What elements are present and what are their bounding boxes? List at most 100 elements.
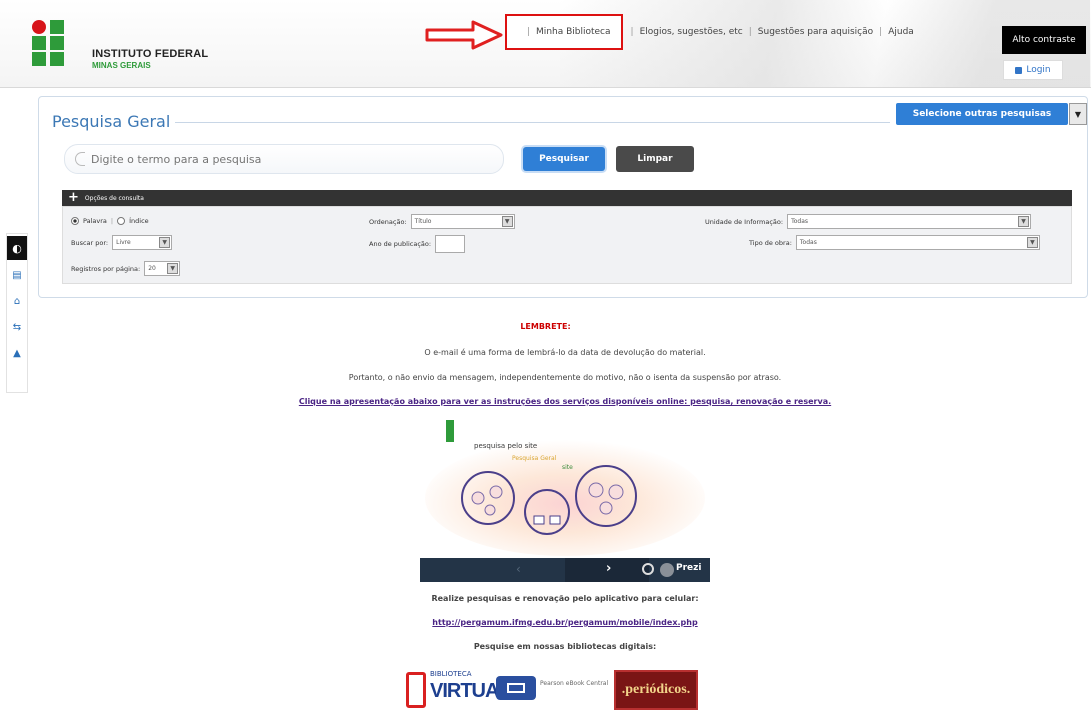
- nav-separator: |: [748, 27, 752, 37]
- lock-icon: [1015, 66, 1023, 74]
- clear-button[interactable]: Limpar: [616, 146, 694, 172]
- ebook-central-logo[interactable]: [496, 676, 536, 700]
- query-options-label: Opções de consulta: [84, 194, 144, 202]
- unidade-label: Unidade de Informação:: [705, 217, 784, 226]
- biblioteca-virtual-top: BIBLIOTECA: [430, 670, 472, 678]
- nav-separator: |: [879, 27, 883, 37]
- search-icon: [75, 152, 85, 166]
- panel-title-rule: [175, 122, 890, 123]
- radio-palavra[interactable]: [71, 217, 79, 225]
- buscar-por-group: Buscar por: Livre ▼: [71, 235, 173, 250]
- contrast-icon[interactable]: ◐: [7, 236, 27, 260]
- prezi-diagram-sub: Pesquisa Geral: [512, 455, 557, 462]
- query-options-bar[interactable]: + Opções de consulta: [62, 190, 1072, 206]
- logo-square: [32, 36, 46, 50]
- plus-icon[interactable]: +: [68, 191, 79, 204]
- tipo-select[interactable]: Todas ▼: [795, 235, 1040, 250]
- ifmg-logo[interactable]: [30, 10, 80, 68]
- notice-title: LEMBRETE:: [520, 322, 571, 331]
- nav-elogios[interactable]: Elogios, sugestões, etc: [640, 27, 743, 37]
- logo-square: [50, 52, 64, 66]
- chevron-down-icon: ▼: [501, 216, 513, 227]
- prezi-node: [608, 484, 624, 500]
- notice-instructions-link[interactable]: Clique na apresentação abaixo para ver a…: [0, 397, 1091, 406]
- nav-minha-biblioteca-box: | Minha Biblioteca: [505, 14, 623, 50]
- top-nav: | Minha Biblioteca | Elogios, sugestões,…: [505, 14, 914, 50]
- prezi-node: [599, 501, 613, 515]
- header: INSTITUTO FEDERAL MINAS GERAIS | Minha B…: [0, 0, 1091, 88]
- prezi-diagram-title: pesquisa pelo site: [474, 442, 537, 450]
- search-input[interactable]: [91, 152, 491, 166]
- nav-separator: |: [630, 27, 634, 37]
- logo-square: [50, 20, 64, 34]
- registros-select[interactable]: 20 ▼: [144, 261, 181, 276]
- buscar-por-select[interactable]: Livre ▼: [112, 235, 173, 250]
- registros-group: Registros por página: 20 ▼: [71, 261, 181, 276]
- registros-value: 20: [148, 265, 156, 272]
- high-contrast-button[interactable]: Alto contraste: [1002, 26, 1086, 54]
- unidade-group: Unidade de Informação: Todas ▼: [705, 214, 1032, 229]
- chevron-down-icon: ▼: [1026, 237, 1038, 248]
- ano-label: Ano de publicação:: [369, 240, 432, 248]
- prezi-node: [484, 504, 496, 516]
- logo-square: [50, 36, 64, 50]
- prezi-presentation[interactable]: pesquisa pelo site Pesquisa Geral site: [420, 418, 710, 558]
- query-options: Palavra | Índice Buscar por: Livre ▼ Reg…: [62, 206, 1072, 284]
- login-button[interactable]: Login: [1003, 60, 1063, 80]
- ordenacao-select[interactable]: Título ▼: [410, 214, 515, 229]
- nav-minha-biblioteca[interactable]: Minha Biblioteca: [536, 27, 610, 37]
- periodicos-logo[interactable]: .periódicos.: [614, 670, 698, 710]
- registros-label: Registros por página:: [71, 264, 141, 273]
- logo-red-dot: [32, 20, 46, 34]
- home-icon[interactable]: ⌂: [14, 296, 20, 312]
- prezi-node: [588, 482, 604, 498]
- notice-line-2: Portanto, o não envio da mensagem, indep…: [348, 373, 782, 382]
- prezi-node: [471, 491, 485, 505]
- chevron-down-icon: ▼: [159, 237, 171, 248]
- prezi-logo-mark: [446, 420, 454, 442]
- ebook-central-caption: Pearson eBook Central: [540, 680, 609, 687]
- prezi-node: [549, 515, 561, 525]
- tipo-label: Tipo de obra:: [749, 238, 792, 247]
- radio-palavra-label: Palavra: [83, 217, 107, 225]
- select-other-searches-button[interactable]: Selecione outras pesquisas: [896, 103, 1068, 125]
- ano-group: Ano de publicação:: [369, 235, 466, 253]
- ordenacao-label: Ordenação:: [369, 217, 407, 226]
- ordenacao-value: Título: [414, 218, 432, 225]
- chevron-down-icon[interactable]: ▼: [1069, 103, 1087, 125]
- nav-sugestoes-aquisicao[interactable]: Sugestões para aquisição: [758, 27, 873, 37]
- buscar-por-value: Livre: [116, 239, 131, 246]
- digital-libraries-text: Pesquise em nossas bibliotecas digitais:: [473, 642, 657, 651]
- biblioteca-virtual-logo[interactable]: BIBLIOTECA VIRTUAL: [406, 664, 511, 714]
- book-icon: [507, 683, 525, 693]
- prezi-label: Prezi: [676, 563, 702, 573]
- prezi-controls: ‹ › Prezi: [420, 558, 710, 582]
- nav-ajuda[interactable]: Ajuda: [888, 27, 914, 37]
- search-box: [64, 144, 504, 174]
- settings-icon[interactable]: [642, 563, 654, 575]
- periodicos-label: .periódicos.: [621, 682, 691, 697]
- prezi-node: [533, 515, 545, 525]
- unidade-select[interactable]: Todas ▼: [787, 214, 1032, 229]
- radio-indice[interactable]: [117, 217, 126, 225]
- search-button[interactable]: Pesquisar: [523, 147, 605, 171]
- phone-icon: [406, 672, 426, 708]
- prev-arrow-icon[interactable]: ‹: [516, 562, 521, 576]
- logo-square: [32, 52, 46, 66]
- accessibility-icon[interactable]: ▤: [12, 270, 21, 286]
- org-subname: MINAS GERAIS: [92, 61, 151, 70]
- login-label: Login: [1026, 65, 1051, 75]
- tipo-group: Tipo de obra: Todas ▼: [749, 235, 1040, 250]
- ordenacao-group: Ordenação: Título ▼: [369, 214, 515, 229]
- buscar-por-label: Buscar por:: [71, 238, 109, 247]
- nav-separator: |: [527, 27, 531, 37]
- radio-indice-label: Índice: [129, 217, 149, 225]
- ano-input[interactable]: [435, 235, 466, 253]
- notice-line-1: O e-mail é uma forma de lembrá-lo da dat…: [424, 348, 706, 357]
- prezi-node: [489, 485, 503, 499]
- chevron-down-icon: ▼: [1018, 216, 1030, 227]
- mobile-app-link[interactable]: http://pergamum.ifmg.edu.br/pergamum/mob…: [0, 618, 1091, 627]
- next-arrow-icon[interactable]: ›: [606, 561, 611, 576]
- tipo-value: Todas: [799, 239, 817, 246]
- red-arrow-icon: [425, 20, 503, 50]
